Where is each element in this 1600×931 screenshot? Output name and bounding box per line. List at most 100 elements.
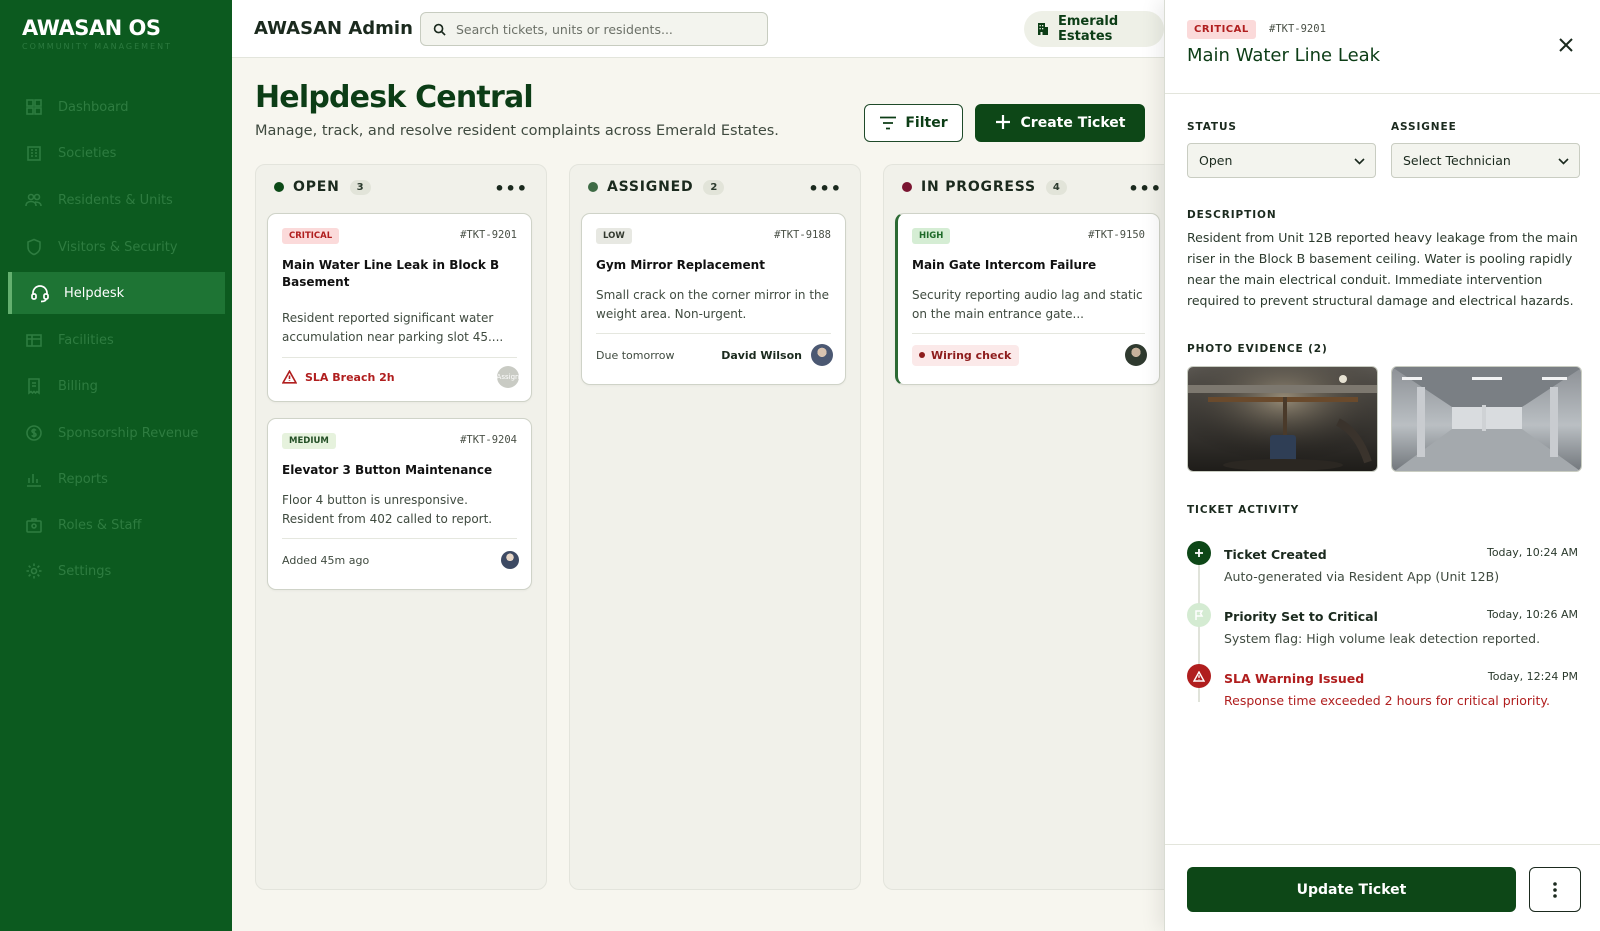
kanban-column-open: OPEN 3 ••• CRITICAL #TKT-9201 Main Water… — [255, 164, 547, 890]
sidebar-item-dashboard[interactable]: Dashboard — [8, 86, 225, 128]
avatar — [501, 551, 519, 569]
activity-time: Today, 10:26 AM — [1486, 608, 1578, 621]
ticket-card[interactable]: LOW #TKT-9188 Gym Mirror Replacement Sma… — [581, 213, 846, 385]
more-options-icon[interactable]: ••• — [494, 179, 528, 198]
shield-icon — [24, 237, 44, 257]
chevron-down-icon — [1558, 153, 1569, 168]
kanban-column-assigned: ASSIGNED 2 ••• LOW #TKT-9188 Gym Mirror … — [569, 164, 861, 890]
receipt-icon — [24, 376, 44, 396]
badge-icon — [24, 515, 44, 535]
assignee[interactable]: David Wilson — [721, 344, 833, 366]
app-logo: AWASAN OS — [22, 16, 161, 40]
priority-badge: HIGH — [912, 228, 951, 244]
more-options-icon[interactable]: ••• — [1128, 179, 1162, 198]
ticket-id: #TKT-9150 — [1088, 229, 1145, 241]
sidebar-item-label: Settings — [58, 563, 112, 579]
ticket-title: Main Water Line Leak in Block B Basement — [282, 258, 500, 289]
status-dot — [588, 182, 598, 192]
sidebar-item-label: Facilities — [58, 332, 114, 348]
activity-time: Today, 12:24 PM — [1487, 670, 1578, 683]
more-options-icon[interactable]: ••• — [808, 179, 842, 198]
sidebar-item-label: Sponsorship Revenue — [58, 425, 199, 441]
estate-name: Emerald Estates — [1058, 14, 1119, 44]
ticket-id: #TKT-9204 — [460, 434, 517, 446]
status-select[interactable]: Open — [1187, 143, 1376, 178]
sidebar-item-label: Billing — [58, 378, 98, 394]
status-dot — [902, 182, 912, 192]
ticket-card[interactable]: MEDIUM #TKT-9204 Elevator 3 Button Maint… — [267, 418, 532, 590]
building-icon — [1036, 22, 1050, 36]
assignee-value: Select Technician — [1403, 153, 1511, 168]
assignee-select[interactable]: Select Technician — [1391, 143, 1580, 178]
close-icon[interactable] — [1555, 34, 1577, 56]
divider — [912, 333, 1145, 334]
task-tag: Wiring check — [912, 344, 1020, 366]
column-title: IN PROGRESS — [921, 179, 1036, 195]
assign-avatar[interactable]: Assign — [497, 366, 519, 388]
sidebar-item-helpdesk[interactable]: Helpdesk — [8, 272, 225, 314]
sidebar-item-label: Dashboard — [58, 99, 129, 115]
sla-text: SLA Breach 2h — [305, 370, 395, 384]
sidebar-item-visitors[interactable]: Visitors & Security — [8, 226, 225, 268]
users-icon — [24, 190, 44, 210]
kanban-column-in-progress: IN PROGRESS 4 ••• HIGH #TKT-9150 Main Ga… — [883, 164, 1164, 890]
search-input[interactable] — [456, 21, 746, 37]
sidebar-item-sponsorship[interactable]: Sponsorship Revenue — [8, 412, 225, 454]
status-label: STATUS — [1187, 121, 1237, 133]
sidebar-item-label: Residents & Units — [58, 192, 173, 208]
ticket-card[interactable]: HIGH #TKT-9150 Main Gate Intercom Failur… — [895, 213, 1160, 385]
ticket-title: Main Gate Intercom Failure — [912, 258, 1097, 272]
create-ticket-button[interactable]: Create Ticket — [975, 104, 1145, 142]
priority-badge: LOW — [596, 228, 632, 244]
sidebar-item-label: Helpdesk — [64, 285, 125, 301]
sidebar-item-roles[interactable]: Roles & Staff — [8, 504, 225, 546]
search-box[interactable] — [420, 12, 768, 46]
ticket-id: #TKT-9201 — [460, 229, 517, 241]
update-ticket-button[interactable]: Update Ticket — [1187, 867, 1516, 912]
evidence-photo-leak[interactable] — [1187, 366, 1378, 472]
sidebar-item-label: Roles & Staff — [58, 517, 142, 533]
sidebar-item-residents[interactable]: Residents & Units — [8, 179, 225, 221]
ticket-description: Resident reported significant water accu… — [282, 311, 504, 344]
app-logo-subtitle: COMMUNITY MANAGEMENT — [22, 42, 172, 51]
avatar — [1125, 344, 1147, 366]
filter-icon — [879, 116, 897, 130]
divider — [596, 333, 831, 334]
create-ticket-label: Create Ticket — [1020, 115, 1126, 131]
sidebar-item-label: Societies — [58, 145, 117, 161]
admin-brand: AWASAN Admin — [254, 18, 413, 39]
assignee-label: ASSIGNEE — [1391, 121, 1457, 133]
activity-time: Today, 10:24 AM — [1486, 546, 1578, 559]
sidebar-item-facilities[interactable]: Facilities — [8, 319, 225, 361]
priority-badge: MEDIUM — [282, 433, 336, 449]
chevron-down-icon — [1354, 153, 1365, 168]
filter-button[interactable]: Filter — [864, 104, 963, 142]
status-dot — [274, 182, 284, 192]
activity-description: Auto-generated via Resident App (Unit 12… — [1224, 569, 1500, 584]
top-bar: AWASAN Admin Emerald Estates — [232, 0, 1164, 58]
coin-icon — [24, 423, 44, 443]
more-vertical-icon[interactable] — [1529, 867, 1581, 912]
sidebar-item-label: Reports — [58, 471, 108, 487]
ticket-card[interactable]: CRITICAL #TKT-9201 Main Water Line Leak … — [267, 213, 532, 402]
drawer-footer: Update Ticket — [1165, 844, 1600, 931]
ticket-detail-drawer: CRITICAL #TKT-9201 Main Water Line Leak … — [1164, 0, 1600, 931]
activity-description: System flag: High volume leak detection … — [1224, 631, 1541, 646]
flag-icon — [1187, 603, 1211, 627]
headset-icon — [30, 283, 50, 303]
estate-selector[interactable]: Emerald Estates — [1024, 11, 1164, 47]
description-label: DESCRIPTION — [1187, 209, 1277, 221]
divider — [282, 357, 517, 358]
sidebar-item-societies[interactable]: Societies — [8, 132, 225, 174]
drawer-title: Main Water Line Leak — [1187, 45, 1381, 66]
ticket-title: Gym Mirror Replacement — [596, 258, 765, 272]
sidebar-item-reports[interactable]: Reports — [8, 458, 225, 500]
activity-description: Response time exceeded 2 hours for criti… — [1224, 693, 1550, 708]
divider — [282, 538, 517, 539]
sidebar-item-billing[interactable]: Billing — [8, 365, 225, 407]
evidence-photo-basement[interactable] — [1391, 366, 1582, 472]
ticket-title: Elevator 3 Button Maintenance — [282, 463, 493, 477]
activity-title: Ticket Created — [1224, 547, 1327, 562]
activity-title: SLA Warning Issued — [1224, 671, 1365, 686]
sidebar-item-settings[interactable]: Settings — [8, 550, 225, 592]
